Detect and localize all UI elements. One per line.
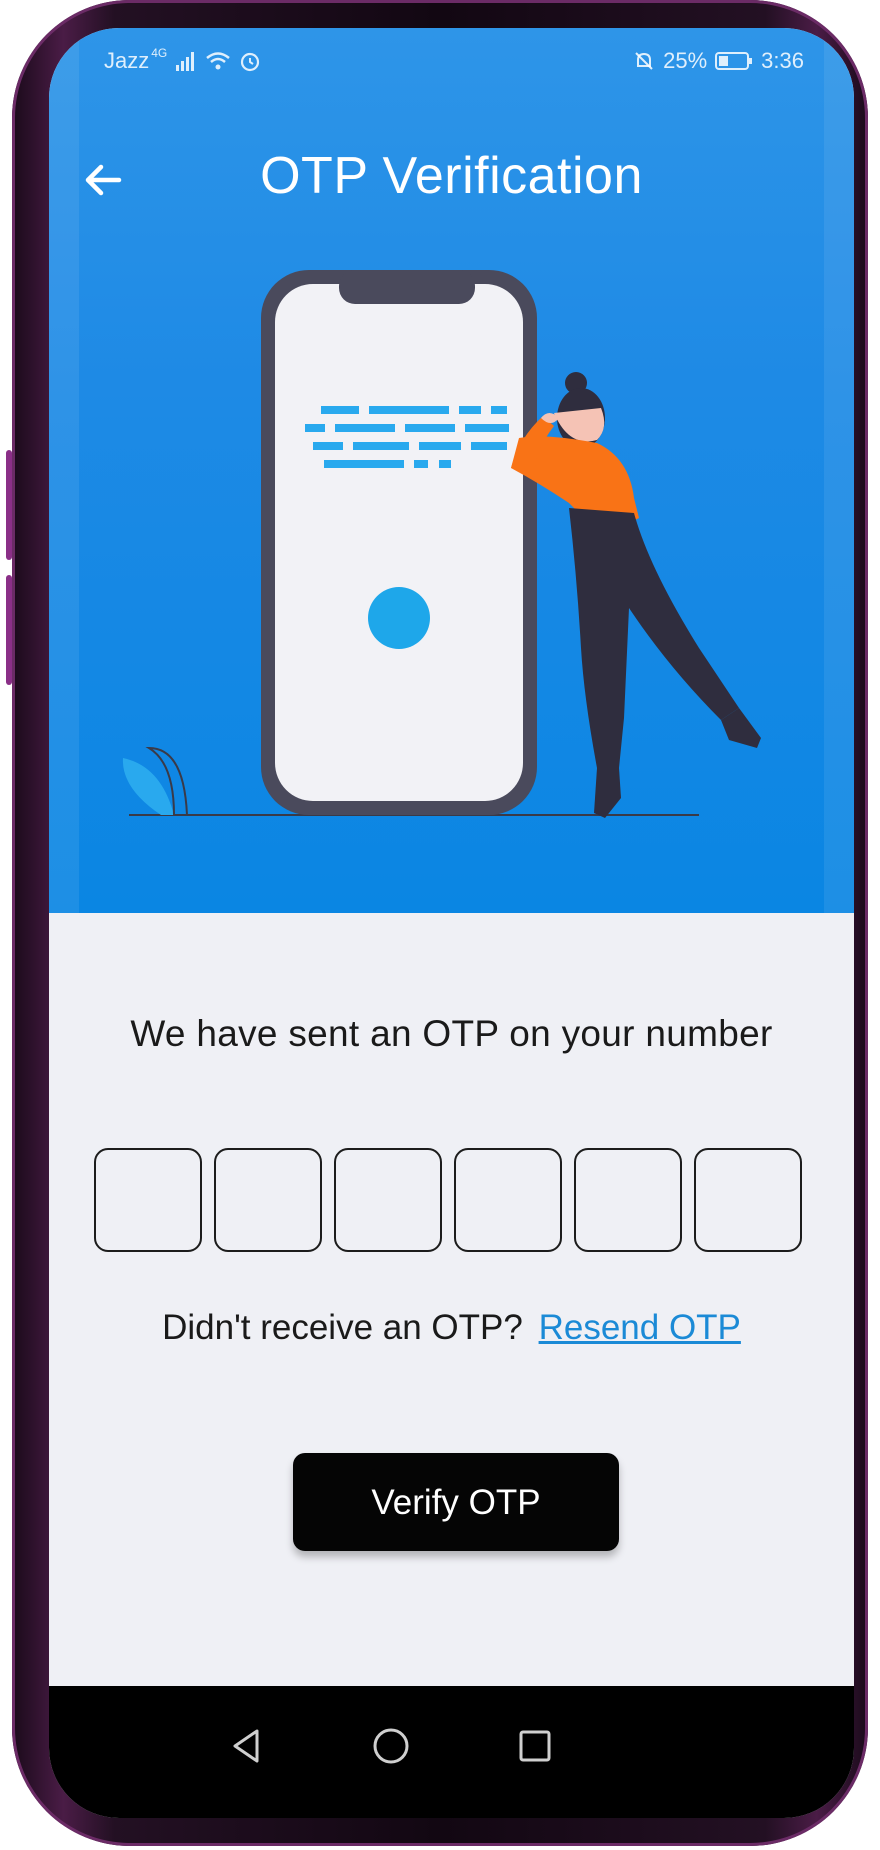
otp-digit-4[interactable] [454,1148,562,1252]
otp-sent-message: We have sent an OTP on your number [130,1013,773,1054]
nav-back-button[interactable] [217,1716,277,1776]
battery-percent: 25% [663,48,708,73]
resend-row: Didn't receive an OTP? Resend OTP [49,1308,854,1348]
otp-input-row [94,1148,802,1252]
clock-time: 3:36 [761,48,804,73]
power-button [6,575,12,685]
verify-otp-button[interactable]: Verify OTP [293,1453,619,1551]
app-header: OTP Verification [49,138,854,218]
hero-banner: Jazz 4G 25% 3:36 OTP Verification [49,28,854,913]
signal-icon [176,52,195,71]
resend-prompt: Didn't receive an OTP? [162,1308,523,1347]
otp-digit-3[interactable] [334,1148,442,1252]
otp-form: We have sent an OTP on your number Didn'… [49,913,854,1686]
otp-digit-1[interactable] [94,1148,202,1252]
phone-with-person-illustration [122,270,761,818]
square-recents-icon [519,1730,551,1762]
volume-button [6,450,12,560]
circle-home-icon [373,1728,409,1764]
resend-otp-link[interactable]: Resend OTP [539,1308,741,1347]
system-nav-bar [49,1686,854,1818]
carrier-label: Jazz [104,48,150,73]
triangle-back-icon [233,1729,259,1763]
otp-digit-5[interactable] [574,1148,682,1252]
battery-icon [715,52,753,70]
nav-home-button[interactable] [361,1716,421,1776]
otp-digit-2[interactable] [214,1148,322,1252]
mute-bell-icon [635,52,653,70]
page-title: OTP Verification [260,147,643,205]
otp-digit-6[interactable] [694,1148,802,1252]
network-type: 4G [151,46,168,60]
screen: Jazz 4G 25% 3:36 OTP Verification We hav… [49,28,854,1818]
alarm-icon [241,52,260,72]
wifi-icon [206,52,231,70]
nav-recents-button[interactable] [505,1716,565,1776]
phone-frame: Jazz 4G 25% 3:36 OTP Verification We hav… [6,0,868,1846]
status-bar: Jazz 4G 25% 3:36 [104,46,804,84]
